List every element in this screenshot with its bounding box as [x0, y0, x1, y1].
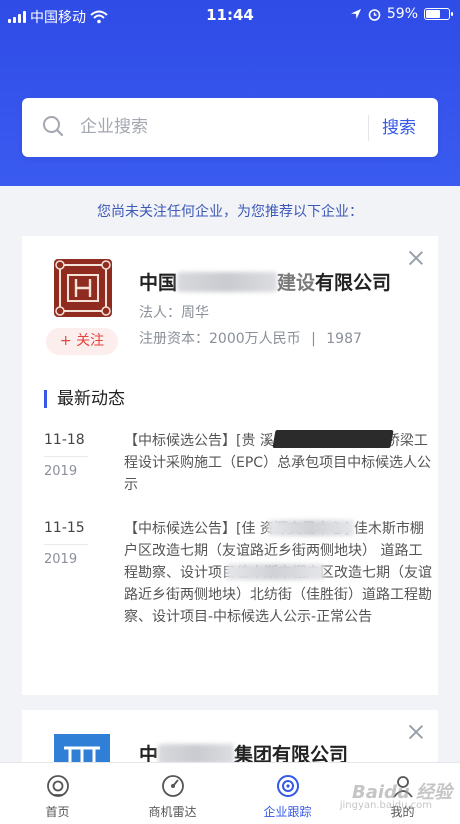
radar-icon [161, 775, 184, 797]
tracking-icon [276, 775, 299, 797]
tab-label: 商机雷达 [148, 805, 197, 819]
news-date-divider [44, 456, 88, 457]
search-button[interactable]: 搜索 [382, 112, 442, 144]
search-divider [368, 115, 369, 141]
status-bar: 中国移动 11:44 59% [0, 0, 460, 32]
news-date: 11-15 [44, 520, 85, 536]
company-name-prefix: 中国 [139, 272, 178, 294]
registration-info: 注册资本：2000万人民币 | 1987 [139, 328, 362, 348]
redaction-mark [272, 430, 394, 448]
tab-business-radar[interactable]: 商机雷达 [115, 763, 230, 824]
news-year: 2019 [44, 464, 78, 479]
close-icon[interactable] [408, 250, 424, 266]
tab-home[interactable]: 首页 [0, 763, 115, 824]
location-arrow-icon [350, 9, 361, 19]
search-input[interactable] [80, 112, 350, 142]
company-card[interactable]: 中集团有限公司 [22, 710, 438, 770]
redaction-smudge [226, 564, 324, 580]
company-name-suffix: 有限公司 [315, 272, 392, 294]
redacted-name [177, 272, 278, 292]
news-heading: 最新动态 [44, 390, 125, 408]
news-year: 2019 [44, 552, 78, 567]
battery-percent: 59% [386, 6, 418, 22]
search-bar: 搜索 [22, 98, 438, 157]
alarm-icon [368, 8, 381, 21]
registered-capital: 注册资本：2000万人民币 [139, 331, 301, 347]
tab-label: 首页 [45, 805, 70, 819]
search-icon [43, 116, 64, 137]
tab-label: 企业跟踪 [263, 805, 312, 819]
company-name-mid: 建设 [277, 272, 316, 294]
legal-representative: 法人：周华 [139, 305, 209, 321]
home-icon [46, 775, 69, 797]
battery-icon [424, 8, 453, 20]
news-date-divider [44, 544, 88, 545]
company-card[interactable]: + 关注 中国 建设有限公司 法人：周华 注册资本：2000万人民币 | 1987… [22, 236, 438, 695]
info-divider: | [311, 331, 316, 347]
redacted-name [158, 744, 235, 764]
redaction-smudge [268, 520, 354, 536]
news-date: 11-18 [44, 432, 85, 448]
tab-company-tracking[interactable]: 企业跟踪 [230, 763, 345, 824]
company-name[interactable]: 中国 建设有限公司 [139, 268, 391, 295]
close-icon[interactable] [408, 724, 424, 740]
founded-year: 1987 [326, 331, 362, 347]
company-logo [54, 259, 112, 317]
follow-button[interactable]: + 关注 [46, 328, 118, 355]
recommend-notice: 您尚未关注任何企业，为您推荐以下企业： [97, 204, 363, 220]
watermark-url: jingyan.baidu.com [339, 800, 432, 811]
